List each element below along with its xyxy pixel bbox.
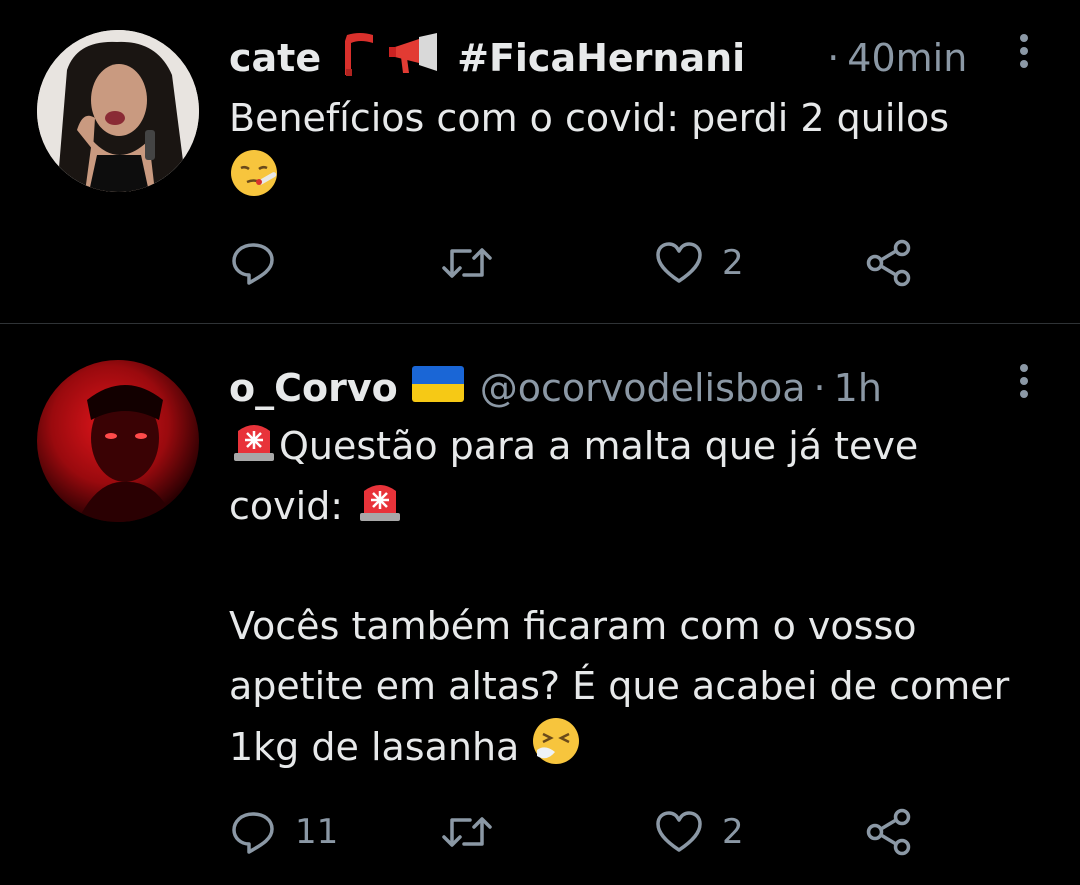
scarf-icon [343,31,377,86]
more-options-icon[interactable] [1018,34,1030,74]
tweet-text-line: Questão para a malta que já teve [229,416,1049,476]
reply-icon [232,812,274,854]
separator-dot: · [827,36,840,80]
reply-button[interactable]: 11 [229,802,338,862]
tweet-text-line: Vocês também ficaram com o vosso [229,604,917,648]
tweet-text-line: covid: [229,476,1049,536]
more-options-icon[interactable] [1018,364,1030,404]
police-light-icon [229,417,279,480]
reply-icon [232,243,274,285]
user-handle[interactable]: @ocorvodelisboa [480,366,806,410]
display-name[interactable]: cate [229,36,321,80]
avatar[interactable] [37,360,199,522]
like-button[interactable]: 2 [654,233,744,293]
hashtag-link[interactable]: #FicaHernani [457,36,745,80]
retweet-icon [442,248,492,278]
police-light-icon [355,477,405,540]
separator-dot: · [813,366,826,410]
tweet-text-line [229,148,1049,208]
like-count: 2 [722,243,744,283]
timestamp[interactable]: 40min [847,36,967,80]
face-with-thermometer-icon [229,148,279,215]
tweet[interactable]: cate #FicaHernani · 40min Benefícios com… [0,0,1080,323]
display-name[interactable]: o_Corvo [229,366,398,410]
tweet-text-segment: Questão para a malta que já teve [279,424,919,468]
tweet-header: o_Corvo @ocorvodelisboa · 1h [229,358,980,418]
share-icon [866,808,911,856]
heart-icon [656,811,702,852]
tweet-text: Questão para a malta que já teve covid: … [229,416,1049,776]
ukraine-flag-icon [411,365,464,411]
tweet-text-segment: covid: [229,484,344,528]
heart-icon [656,242,702,283]
tweet-text: Benefícios com o covid: perdi 2 quilos [229,88,1049,208]
tweet-actions: 2 [229,233,949,293]
megaphone-icon [389,32,441,84]
like-count: 2 [722,812,744,852]
tweet-text-line: 1kg de lasanha [229,716,1049,776]
tweet-text-line: Benefícios com o covid: perdi 2 quilos [229,96,950,140]
share-button[interactable] [864,802,914,862]
share-icon [866,239,911,287]
tweet-text-segment: 1kg de lasanha [229,725,520,769]
reply-count: 11 [295,812,339,852]
tweet-text-line: apetite em altas? É que acabei de comer [229,664,1010,708]
retweet-button[interactable] [439,233,513,293]
reply-button[interactable] [229,233,295,293]
timestamp[interactable]: 1h [834,366,882,410]
tweet-header: cate #FicaHernani · 40min [229,28,980,88]
tweet-actions: 11 2 [229,802,949,862]
like-button[interactable]: 2 [654,802,744,862]
tweet[interactable]: o_Corvo @ocorvodelisboa · 1h Questão par… [0,324,1080,885]
share-button[interactable] [864,233,914,293]
retweet-button[interactable] [439,802,513,862]
sneezing-face-icon [531,716,581,783]
avatar[interactable] [37,30,199,192]
retweet-icon [442,817,492,847]
